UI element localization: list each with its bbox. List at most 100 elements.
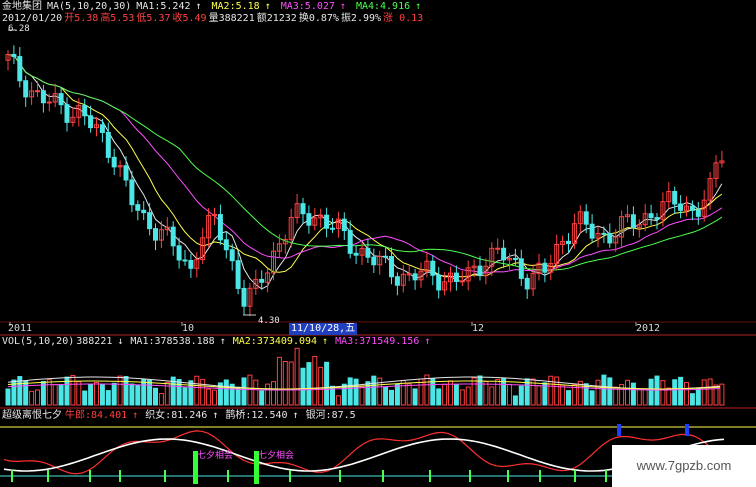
indicator-name: 超级离恨七夕 (2, 410, 62, 421)
quote-amount: 额21232 (256, 13, 297, 24)
candle-body (35, 90, 40, 93)
candle-body (223, 239, 229, 251)
volume-bar (613, 386, 619, 406)
volume-bar (241, 377, 247, 406)
volume-bar (46, 379, 52, 406)
volume-bar (265, 383, 271, 406)
candle-body (235, 260, 241, 289)
candle-body (394, 276, 400, 286)
ma1-value: MA1:5.242 ↑ (136, 1, 202, 12)
volume-bar (719, 383, 725, 406)
quote-change: 涨 0.13 (383, 13, 424, 24)
volume-bar (430, 378, 436, 406)
volume-bar (206, 388, 212, 406)
volume-bar (607, 377, 613, 406)
candle-body (330, 227, 335, 230)
volume-bar (235, 386, 241, 406)
candle-body (46, 101, 52, 104)
candle-body (135, 204, 141, 211)
volume-bar (406, 383, 412, 406)
volume-bar (701, 379, 707, 406)
axis-label-2012: 2012 (636, 323, 661, 334)
volume-bar (141, 378, 147, 406)
quote-line: 2012/01/20 开5.38 高5.53 低5.37 收5.49 量388221 额21… (2, 13, 428, 25)
vol-ma2: MA2:373409.094 ↑ (232, 336, 329, 347)
volume-bar (76, 381, 82, 406)
volume-bar (595, 379, 601, 406)
volume-bar (253, 379, 259, 406)
volume-bar (371, 375, 377, 406)
quote-low: 低5.37 (136, 13, 171, 24)
volume-bar (459, 389, 465, 406)
candle-body (212, 214, 217, 217)
candle-body (241, 287, 247, 307)
volume-bar (359, 386, 365, 406)
candle-body (542, 262, 548, 273)
volume-bar (276, 356, 282, 406)
volume-bar (689, 393, 695, 406)
quote-open: 开5.38 (64, 13, 99, 24)
volume-bar (630, 382, 636, 406)
volume-bar (271, 381, 276, 406)
candle-body (601, 232, 607, 235)
candle-body (217, 214, 223, 241)
quote-high: 高5.53 (100, 13, 135, 24)
volume-bar (601, 374, 607, 406)
ma4-value: MA4:4.916 ↑ (355, 1, 422, 12)
volume-bar (153, 387, 158, 406)
volume-bar (147, 379, 153, 406)
volume-bar (99, 383, 105, 406)
candle-body (672, 191, 678, 205)
candle-body (459, 280, 465, 283)
candle-body (88, 115, 94, 129)
volume-bar (648, 378, 654, 406)
volume-bar (483, 381, 489, 406)
candle-body (589, 223, 595, 239)
axis-label-2011: 2011 (8, 323, 33, 334)
vol-params: VOL(5,10,20) (2, 336, 75, 347)
vol-ma3: MA3:371549.156 ↑ (335, 336, 431, 347)
volume-bar (259, 390, 265, 406)
volume-bar (52, 384, 58, 406)
qixi-signal-label-2: 七夕相会 (258, 451, 295, 461)
volume-bar (589, 390, 595, 406)
volume-bar (383, 386, 389, 406)
candle-body (170, 226, 176, 247)
volume-bar (666, 387, 672, 406)
volume-bar (300, 367, 306, 406)
candle-body (495, 247, 501, 250)
volume-bar (111, 382, 117, 406)
candle-body (566, 240, 571, 245)
indicator-header: 超级离恨七夕 牛郎:84.401 ↑ 织女:81.246 ↑ 鹊桥:12.540 ↑ 银河:8… (2, 410, 361, 422)
candle-body (324, 214, 330, 229)
volume-bar (88, 383, 94, 406)
candle-body (11, 53, 17, 58)
candle-body (389, 256, 394, 278)
volume-bar (282, 361, 288, 406)
vol-ma1: MA1:378538.188 ↑ (130, 336, 226, 347)
volume-bar (94, 382, 99, 406)
volume-bar (536, 385, 542, 406)
volume-bar (518, 385, 524, 406)
volume-bar (335, 395, 341, 406)
volume-bar (512, 395, 518, 406)
volume-bar (548, 375, 554, 406)
volume-bar (660, 380, 666, 406)
quote-turnover: 换0.87% (298, 13, 339, 24)
candle-body (64, 104, 70, 123)
price-low-label: 4.30 (258, 316, 280, 326)
candle-body (82, 105, 88, 117)
niulang-value: 牛郎:84.401 ↑ (65, 410, 139, 421)
signal-marker (617, 424, 621, 436)
volume-bar (188, 380, 194, 406)
volume-bar (182, 387, 188, 406)
candle-body (17, 56, 23, 82)
candle-body (40, 90, 46, 104)
volume-bar (105, 390, 111, 406)
volume-bar (507, 383, 512, 406)
candle-body (259, 278, 265, 283)
ma3-value: MA3:5.027 ↑ (280, 1, 346, 12)
price-high-label: 6.28 (8, 24, 30, 34)
candle-body (147, 212, 153, 230)
qixi-signal-label-1: 七夕相会 (197, 451, 234, 461)
